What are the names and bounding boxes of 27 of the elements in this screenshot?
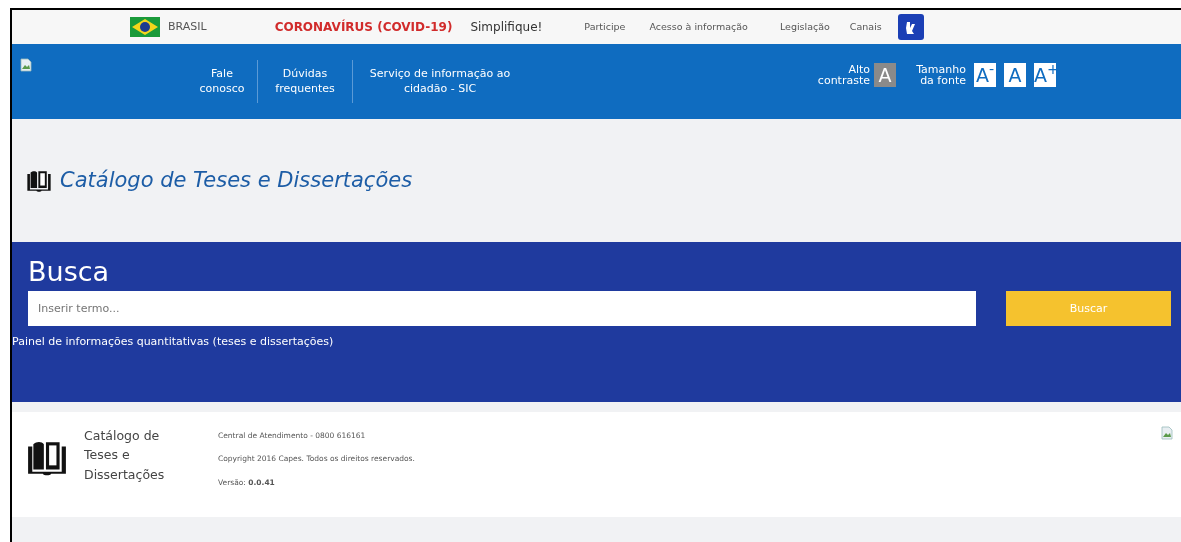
search-field[interactable]: Inserir termo... bbox=[28, 291, 976, 327]
font-size-label: Tamanho da fonte bbox=[916, 63, 966, 86]
font-size-button[interactable]: A$^{+}$ bbox=[1034, 62, 1056, 87]
search-heading: Busca bbox=[28, 256, 111, 289]
footer-brand: Catálogo de Teses e Dissertações bbox=[84, 427, 166, 484]
nav-link[interactable]: Fale conosco bbox=[187, 60, 257, 103]
contrast-label: Alto contraste bbox=[816, 63, 870, 86]
gov-link[interactable]: Simplifique! bbox=[470, 18, 543, 36]
gov-link[interactable]: Canais bbox=[849, 19, 882, 35]
contrast-button[interactable]: A bbox=[874, 62, 896, 87]
flag-icon bbox=[130, 17, 160, 37]
font-size-button[interactable]: A bbox=[1004, 62, 1026, 87]
broken-image-icon bbox=[1161, 426, 1173, 440]
country-label: BRASIL bbox=[168, 18, 207, 35]
book-icon bbox=[26, 440, 68, 476]
accessibility-icon[interactable] bbox=[897, 14, 924, 40]
broken-image-icon bbox=[20, 57, 32, 72]
dashboard-link[interactable]: Painel de informações quantitativas (teses e dissertações) bbox=[12, 334, 334, 351]
nav-link[interactable]: Serviço de informação ao cidadão - SIC bbox=[352, 60, 527, 103]
gov-link[interactable]: CORONAVÍRUS (COVID-19) bbox=[274, 18, 453, 36]
page-title: Catálogo de Teses e Dissertações bbox=[60, 166, 413, 194]
gov-link[interactable]: Acesso à informação bbox=[649, 19, 748, 35]
font-size-button[interactable]: A$^{-}$ bbox=[974, 62, 996, 87]
gov-link[interactable]: Participe bbox=[584, 19, 626, 35]
gov-link[interactable]: Legislação bbox=[779, 19, 830, 35]
nav-link[interactable]: Dúvidas frequentes bbox=[257, 60, 352, 103]
book-icon bbox=[26, 169, 52, 192]
